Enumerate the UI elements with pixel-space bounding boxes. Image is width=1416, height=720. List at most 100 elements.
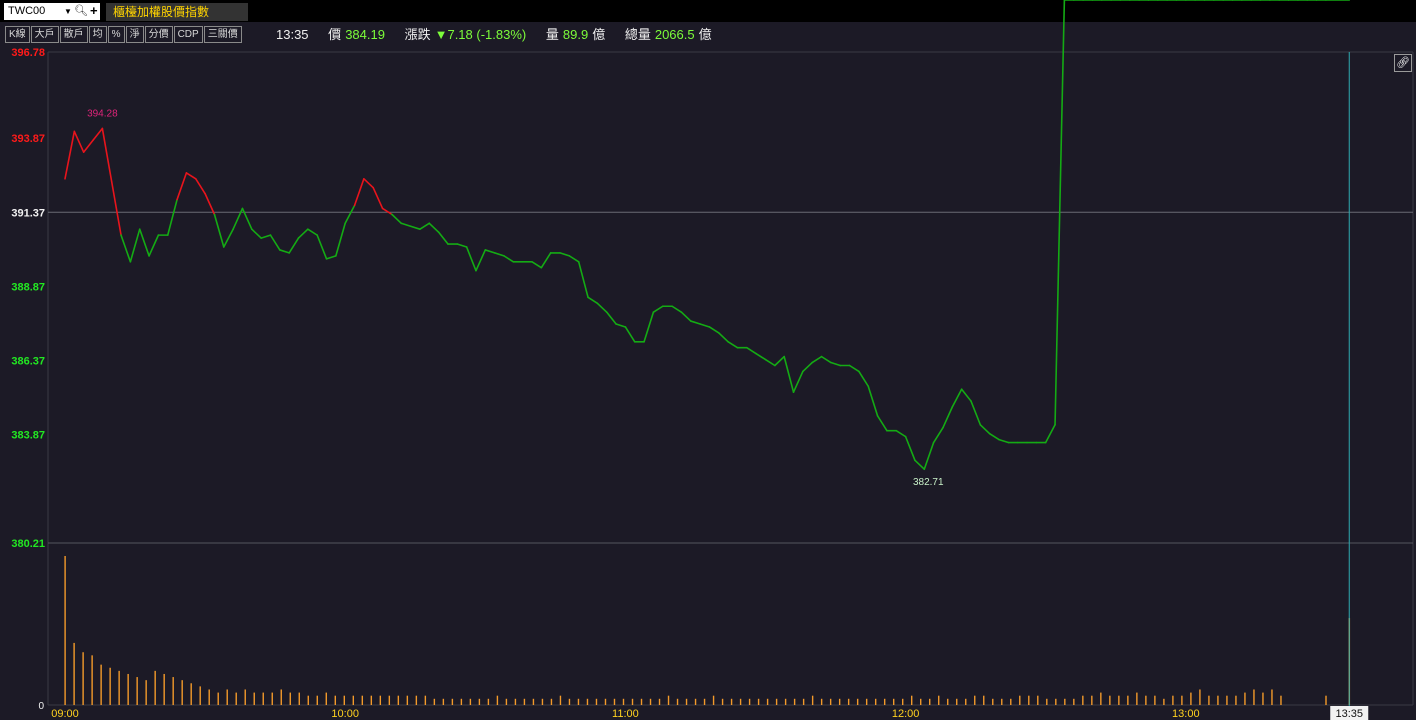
volume-bar [938, 695, 940, 705]
price-line-segment [587, 296, 599, 305]
high-price-label: 394.28 [87, 108, 118, 119]
price-line-segment [914, 459, 926, 471]
price-line-segment [792, 370, 804, 393]
intraday-chart[interactable]: 396.78 393.87 391.37 388.87 386.37 383.87 380.… [0, 0, 1416, 720]
price-line-segment [437, 231, 449, 245]
price-line-segment [138, 228, 150, 257]
price-line-segment [988, 432, 1000, 441]
volume-bar [1082, 695, 1084, 705]
price-line-segment [531, 260, 543, 269]
price-line-segment [166, 198, 178, 236]
volume-bar [1172, 695, 1174, 705]
volume-bar [208, 689, 210, 705]
price-line-segment [465, 246, 477, 272]
volume-bar [442, 698, 445, 705]
price-line-segment [194, 178, 206, 195]
price-line-segment [708, 326, 720, 334]
link-icon[interactable]: 🔗︎ [1394, 54, 1412, 72]
price-line-segment [129, 228, 141, 263]
volume-bar [127, 673, 129, 705]
y-tick-label: 396.78 [11, 47, 45, 59]
price-line-segment [372, 186, 384, 210]
price-line-segment [970, 400, 982, 426]
price-line-segment [307, 228, 318, 236]
volume-bar [965, 698, 967, 705]
price-line-segment [381, 207, 393, 216]
volume-bar [784, 698, 787, 705]
low-price-label: 382.71 [913, 477, 944, 488]
volume-bar [379, 695, 382, 705]
x-tick-label: 12:00 [892, 708, 920, 720]
volume-bar [406, 695, 409, 705]
price-line-segment [269, 234, 281, 251]
volume-bar [1181, 695, 1183, 705]
price-line-segment [222, 228, 234, 248]
volume-bar [1046, 698, 1048, 705]
volume-bar [91, 655, 93, 705]
price-line-segment [951, 388, 963, 408]
price-line-segment [755, 352, 767, 361]
price-line-segment [260, 234, 272, 239]
price-line-segment [92, 127, 104, 142]
volume-bar [289, 692, 291, 705]
price-line-segment [596, 302, 608, 313]
volume-bar [199, 686, 201, 705]
volume-bar [370, 695, 373, 705]
price-line-segment [148, 234, 160, 257]
price-line-segment [335, 222, 347, 257]
price-line-segment [540, 252, 552, 269]
price-line-segment [325, 255, 337, 260]
volume-bar [604, 698, 607, 705]
volume-bar [1235, 695, 1237, 705]
volume-bar [1064, 698, 1066, 705]
volume-bar [892, 698, 895, 705]
volume-bar [622, 698, 625, 705]
price-line-segment [717, 332, 729, 343]
price-line-segment [568, 255, 580, 263]
price-line-segment [353, 178, 365, 207]
price-line-segment [213, 213, 225, 248]
volume-bar [1118, 695, 1120, 705]
price-line-segment [288, 237, 300, 254]
volume-bar [271, 692, 273, 705]
volume-bar [901, 698, 904, 705]
price-line-segment [932, 426, 944, 444]
volume-bar [235, 692, 237, 705]
y-tick-label: 393.87 [11, 133, 45, 145]
volume-bar [802, 698, 805, 705]
price-line-segment [867, 385, 879, 417]
price-line-segment [998, 438, 1010, 444]
volume-bar [1280, 695, 1282, 705]
volume-bar [118, 670, 120, 705]
volume-bar [1271, 689, 1273, 705]
volume-bar [676, 698, 679, 705]
x-tick-label: 13:00 [1172, 708, 1200, 720]
volume-bar [883, 698, 886, 705]
price-line-segment [559, 252, 571, 257]
volume-bar [1109, 695, 1111, 705]
volume-bar [992, 698, 994, 705]
price-line-segment [680, 311, 692, 322]
price-line-segment [428, 222, 440, 233]
volume-bar [478, 698, 481, 705]
volume-bar [829, 698, 832, 705]
volume-bar [514, 698, 517, 705]
volume-bar [262, 692, 264, 705]
volume-bar [1199, 689, 1201, 705]
price-line-segment [689, 320, 701, 325]
price-line-segment [727, 340, 739, 349]
volume-bar [523, 698, 526, 705]
volume-bar [748, 698, 751, 705]
volume-bar [956, 698, 958, 705]
volume-bar [929, 698, 931, 705]
volume-bar [1073, 698, 1075, 705]
price-line-segment [419, 222, 431, 230]
volume-bar [856, 698, 859, 705]
y-tick-label: 383.87 [11, 430, 45, 442]
volume-bar [793, 698, 796, 705]
price-line-segment [493, 252, 505, 257]
volume-bar [145, 680, 147, 705]
volume-bar [460, 698, 463, 705]
price-line-segment [895, 429, 907, 438]
volume-bar [685, 698, 688, 705]
